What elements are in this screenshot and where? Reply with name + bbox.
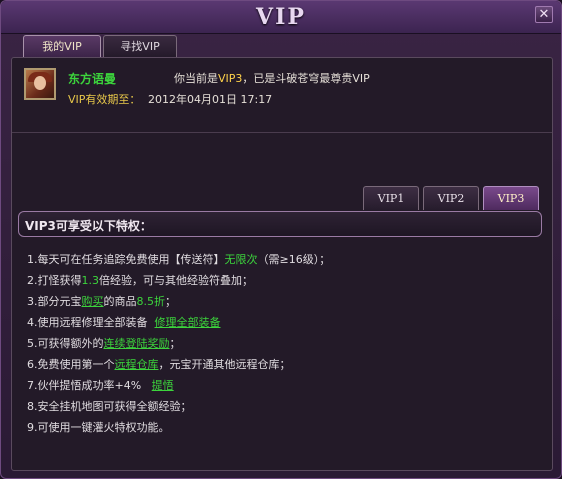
item-text: 8.安全挂机地图可获得全额经验；	[27, 400, 192, 413]
expiry-value: 2012年04月01日 17:17	[148, 93, 273, 106]
avatar-face	[34, 76, 46, 90]
item-highlight: 无限次	[224, 253, 258, 266]
title-bar[interactable]: VIP ✕	[1, 1, 561, 34]
divider	[12, 132, 552, 133]
expiry-label: VIP有效期至：	[68, 93, 141, 106]
item-text: 9.可使用一键灌火特权功能。	[27, 421, 170, 434]
list-item: 8.安全挂机地图可获得全额经验；	[27, 398, 547, 419]
buy-link[interactable]: 购买	[82, 295, 104, 308]
item-text: ；	[165, 295, 176, 308]
note-level: VIP3	[218, 72, 243, 85]
list-item: 3.部分元宝购买的商品8.5折；	[27, 293, 547, 314]
item-text: 5.可获得额外的	[27, 337, 104, 350]
list-item: 4.使用远程修理全部装备 修理全部装备	[27, 314, 547, 335]
item-text: 倍经验，可与其他经验符叠加；	[99, 274, 253, 287]
login-reward-link[interactable]: 连续登陆奖励	[104, 337, 170, 350]
tab-vip2[interactable]: VIP2	[423, 186, 479, 210]
window-title: VIP	[256, 4, 306, 30]
item-highlight: 1.3	[81, 274, 100, 287]
list-item: 6.免费使用第一个远程仓库，元宝开通其他远程仓库；	[27, 356, 547, 377]
privileges-title: VIP3可享受以下特权：	[25, 219, 152, 233]
item-text: 4.使用远程修理全部装备	[27, 316, 148, 329]
main-panel: 东方语曼 你当前是VIP3，已是斗破苍穹最尊贵VIP VIP有效期至： 2012…	[11, 57, 553, 471]
item-text: 2.打怪获得	[27, 274, 82, 287]
tab-find-vip[interactable]: 寻找VIP	[103, 35, 177, 57]
remote-storage-link[interactable]: 远程仓库	[115, 358, 159, 371]
tab-my-vip[interactable]: 我的VIP	[23, 35, 101, 57]
note-prefix: 你当前是	[174, 72, 218, 85]
list-item: 2.打怪获得1.3倍经验，可与其他经验符叠加；	[27, 272, 547, 293]
privileges-header: VIP3可享受以下特权：	[18, 211, 542, 237]
item-text: ，元宝开通其他远程仓库；	[158, 358, 291, 371]
list-item: 1.每天可在任务追踪免费使用【传送符】无限次（需≥16级）；	[27, 251, 547, 272]
user-name: 东方语曼	[68, 72, 117, 86]
item-text: 6.免费使用第一个	[27, 358, 115, 371]
vip-status-note: 你当前是VIP3，已是斗破苍穹最尊贵VIP	[174, 70, 370, 86]
note-suffix: ，已是斗破苍穹最尊贵VIP	[242, 72, 370, 85]
item-text: 的商品	[103, 295, 137, 308]
item-text: 3.部分元宝	[27, 295, 82, 308]
close-icon[interactable]: ✕	[535, 6, 553, 23]
item-text: 1.每天可在任务追踪免费使用【传送符】	[27, 253, 225, 266]
list-item: 5.可获得额外的连续登陆奖励；	[27, 335, 547, 356]
tab-vip1[interactable]: VIP1	[363, 186, 419, 210]
avatar	[24, 68, 56, 100]
privileges-list: 1.每天可在任务追踪免费使用【传送符】无限次（需≥16级）； 2.打怪获得1.3…	[27, 251, 547, 440]
vip-window: VIP ✕ 我的VIP 寻找VIP 东方语曼 你当前是VIP3，已是斗破苍穹最尊…	[0, 0, 562, 479]
item-text: ；	[169, 337, 181, 350]
tab-vip3[interactable]: VIP3	[483, 186, 539, 210]
item-text: （需≥16级）；	[257, 253, 331, 266]
list-item: 7.伙伴提悟成功率+4% 提悟	[27, 377, 547, 398]
item-text: 7.伙伴提悟成功率+4%	[27, 379, 142, 392]
item-highlight: 8.5折	[136, 295, 166, 308]
enlighten-link[interactable]: 提悟	[152, 379, 174, 392]
repair-all-link[interactable]: 修理全部装备	[155, 316, 221, 329]
list-item: 9.可使用一键灌火特权功能。	[27, 419, 547, 440]
